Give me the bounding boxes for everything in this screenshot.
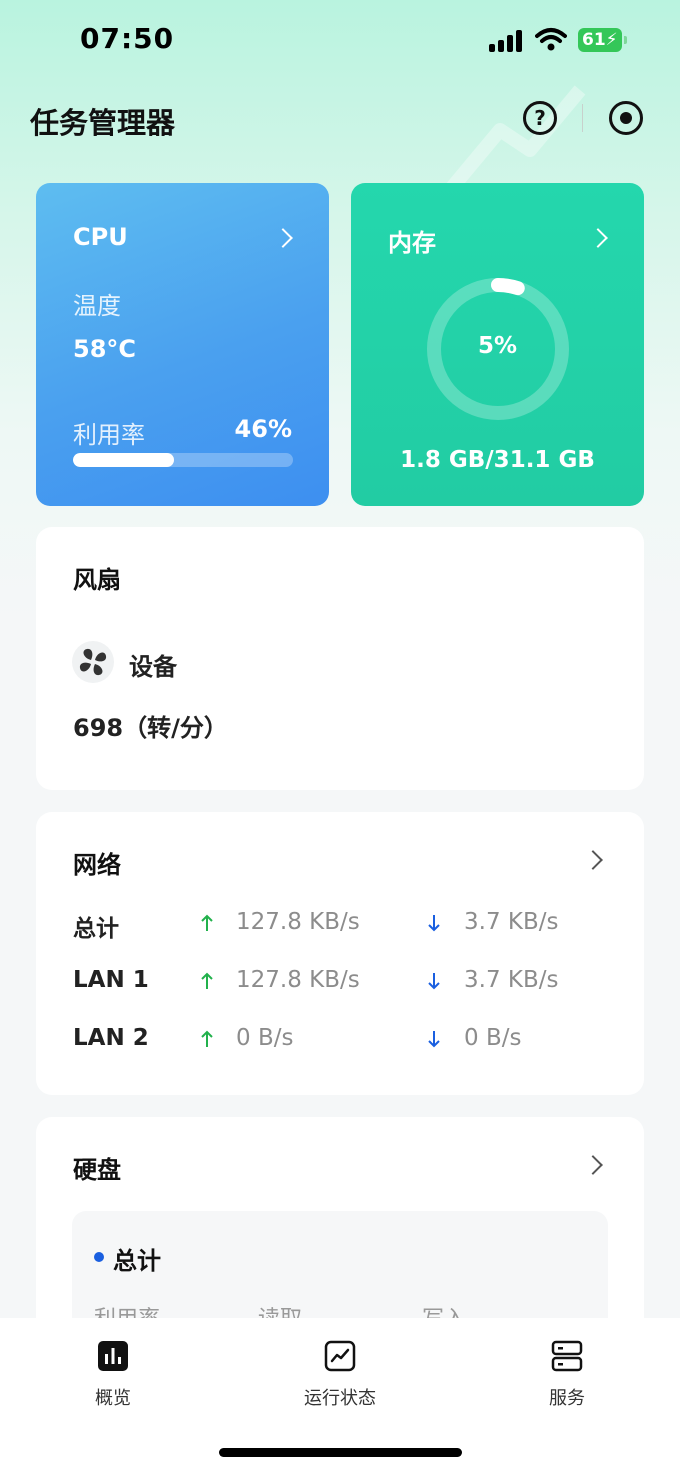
- download-speed: 0 B/s: [464, 1025, 522, 1051]
- target-icon: [620, 112, 632, 124]
- upload-arrow-icon: [201, 1030, 213, 1047]
- cpu-label: CPU: [73, 223, 128, 251]
- chevron-right-icon[interactable]: [583, 1155, 603, 1175]
- tab-overview[interactable]: 概览: [43, 1340, 183, 1410]
- cpu-temp-value: 58°C: [73, 335, 137, 363]
- memory-percent: 5%: [477, 333, 518, 359]
- fan-icon: [72, 641, 114, 683]
- disk-total-label: 总计: [113, 1247, 161, 1275]
- bar-chart-icon: [98, 1341, 128, 1371]
- download-arrow-icon: [428, 915, 440, 932]
- wifi-icon: [535, 28, 567, 51]
- upload-arrow-icon: [201, 914, 213, 931]
- network-row: 总计 127.8 KB/s 3.7 KB/s: [36, 909, 644, 949]
- record-button[interactable]: [609, 101, 643, 135]
- cpu-usage-label: 利用率: [73, 421, 145, 449]
- tab-label: 运行状态: [304, 1388, 376, 1409]
- network-interface-name: LAN 2: [73, 1025, 149, 1051]
- network-card[interactable]: 网络 总计 127.8 KB/s 3.7 KB/s LAN 1 127.8 KB…: [36, 812, 644, 1095]
- upload-speed: 127.8 KB/s: [236, 909, 360, 935]
- page-title: 任务管理器: [30, 106, 176, 140]
- bullet-dot-icon: [94, 1252, 104, 1262]
- cpu-usage-value: 46%: [234, 415, 292, 443]
- download-speed: 3.7 KB/s: [464, 967, 559, 993]
- cpu-usage-bar-fill: [73, 453, 175, 467]
- memory-size: 1.8 GB/31.1 GB: [400, 447, 595, 473]
- background-decoration: [444, 85, 586, 195]
- question-icon: ?: [534, 106, 546, 130]
- fan-title: 风扇: [73, 566, 121, 594]
- tab-status[interactable]: 运行状态: [270, 1340, 410, 1410]
- status-time: 07:50: [80, 22, 175, 55]
- cpu-usage-bar: [73, 453, 293, 467]
- help-button[interactable]: ?: [523, 101, 557, 135]
- status-bar: 07:50 61⚡: [0, 0, 680, 80]
- memory-label: 内存: [388, 229, 436, 257]
- server-icon: [551, 1340, 583, 1372]
- network-title: 网络: [73, 851, 121, 879]
- chevron-right-icon[interactable]: [583, 850, 603, 870]
- battery-icon: 61⚡: [578, 28, 628, 52]
- cellular-signal-icon: [489, 30, 525, 52]
- fan-card: 风扇 设备 698（转/分）: [36, 527, 644, 790]
- upload-arrow-icon: [201, 972, 213, 989]
- download-arrow-icon: [428, 1031, 440, 1048]
- download-speed: 3.7 KB/s: [464, 909, 559, 935]
- memory-card[interactable]: 内存 5% 1.8 GB/31.1 GB: [351, 183, 644, 506]
- network-interface-name: 总计: [73, 916, 119, 942]
- home-indicator: [219, 1448, 462, 1457]
- line-chart-icon: [324, 1340, 356, 1372]
- header-divider: [582, 104, 583, 132]
- tab-label: 概览: [95, 1388, 131, 1409]
- chevron-right-icon: [273, 228, 293, 248]
- upload-speed: 127.8 KB/s: [236, 967, 360, 993]
- cpu-temp-label: 温度: [73, 292, 121, 320]
- disk-title: 硬盘: [73, 1156, 121, 1184]
- cpu-card[interactable]: CPU 温度 58°C 利用率 46%: [36, 183, 329, 506]
- download-arrow-icon: [428, 973, 440, 990]
- tab-bar: 概览 运行状态 服务: [0, 1318, 680, 1472]
- fan-speed-value: 698（转/分）: [73, 714, 228, 742]
- upload-speed: 0 B/s: [236, 1025, 294, 1051]
- network-interface-name: LAN 1: [73, 967, 149, 993]
- tab-services[interactable]: 服务: [497, 1340, 637, 1410]
- tab-label: 服务: [549, 1388, 585, 1409]
- battery-level: 61⚡: [578, 28, 622, 52]
- network-row: LAN 2 0 B/s 0 B/s: [36, 1025, 644, 1065]
- network-row: LAN 1 127.8 KB/s 3.7 KB/s: [36, 967, 644, 1007]
- chevron-right-icon: [588, 228, 608, 248]
- fan-device-label: 设备: [129, 653, 177, 681]
